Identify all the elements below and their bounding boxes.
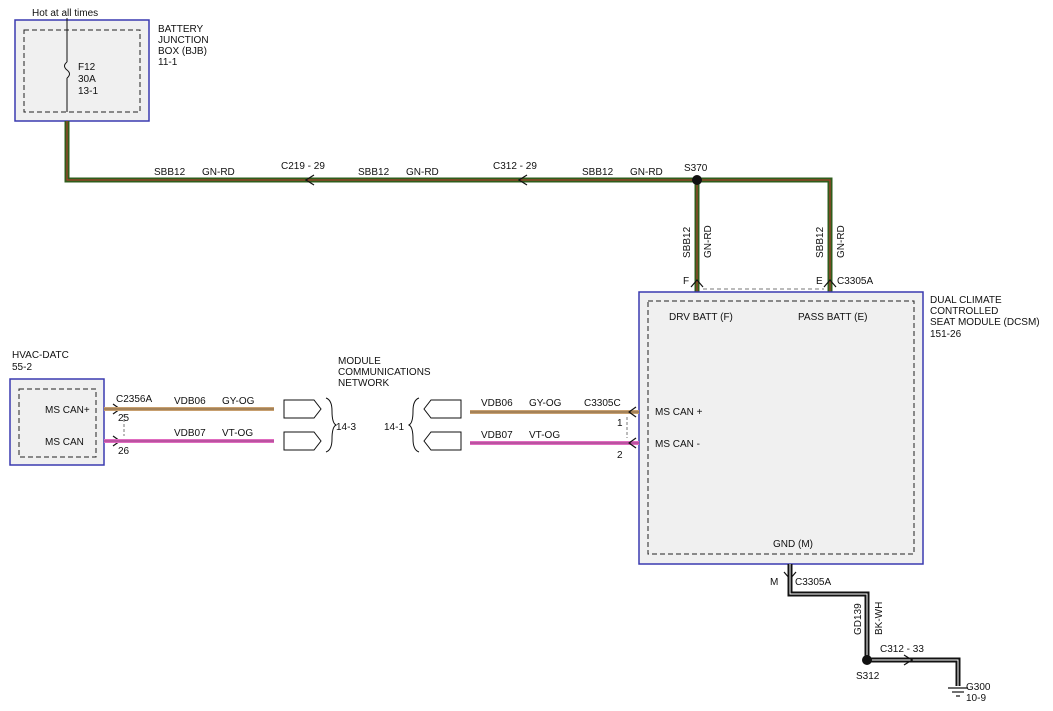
connector-c312-29-label: C312 - 29 [493,161,537,172]
top-seg2-color: GN-RD [406,167,439,178]
ground-connector-c312-33: C312 - 33 [880,644,924,655]
dcsm-pin-1: 1 [617,418,623,429]
ground-color-label: BK-WH [874,602,885,635]
pin-f-label: F [683,276,689,287]
network-name-line-2: COMMUNICATIONS [338,367,431,378]
hvac-box [9,378,105,466]
hvac-ms-can-minus-label: MS CAN [45,437,84,448]
left-network-ref: 14-3 [336,422,356,433]
top-seg3-circuit: SBB12 [582,167,614,178]
left-wire2-circuit: VDB07 [174,428,206,439]
dcsm-drv-batt-label: DRV BATT (F) [669,312,733,323]
dcsm-ref: 151-26 [930,329,962,340]
splice-s370-label: S370 [684,163,708,174]
fuse-ref: 13-1 [78,86,98,97]
dcsm-name-line-2: CONTROLLED [930,306,998,317]
hvac-pin-26: 26 [118,446,130,457]
right-wire1-circuit: VDB06 [481,398,513,409]
ground-symbol-icon [948,687,968,697]
ground-point-ref: 10-9 [966,693,986,704]
bjb-ref: 11-1 [158,57,178,68]
dcsm-name-line-1: DUAL CLIMATE [930,295,1002,306]
dcsm-gnd-label: GND (M) [773,539,813,550]
ground-pin-m: M [770,577,778,588]
right-wire1-color: GY-OG [529,398,562,409]
dcsm-ms-can-plus-label: MS CAN + [655,407,703,418]
network-name-line-3: NETWORK [338,378,389,389]
network-name-line-1: MODULE [338,356,381,367]
hvac-ref: 55-2 [12,362,32,373]
left-wire1-circuit: VDB06 [174,396,206,407]
left-network-arrow-2-icon [283,431,322,451]
hvac-ms-can-plus-label: MS CAN+ [45,405,90,416]
left-drop-circuit: SBB12 [682,226,693,258]
right-drop-circuit: SBB12 [815,226,826,258]
left-network-brace-icon [325,397,338,453]
splice-s312-label: S312 [856,671,880,682]
dcsm-can-connector-label: C3305C [584,398,621,409]
bjb-name-line-3: BOX (BJB) [158,46,207,57]
dcsm-box [638,291,924,565]
left-wire1-color: GY-OG [222,396,255,407]
fuse-name: F12 [78,62,96,73]
ground-point-label: G300 [966,682,991,693]
dcsm-pass-batt-label: PASS BATT (E) [798,312,867,323]
pin-e-label: E [816,276,823,287]
right-wire2-color: VT-OG [529,430,560,441]
top-seg1-circuit: SBB12 [154,167,186,178]
right-network-arrow-2-icon [423,431,462,451]
top-seg2-circuit: SBB12 [358,167,390,178]
right-network-brace-icon [407,397,420,453]
splice-s370-dot [692,175,702,185]
splice-s312-dot [862,655,872,665]
ground-connector-c3305a: C3305A [795,577,831,588]
fuse-rating: 30A [78,74,96,85]
hot-at-all-times-label: Hot at all times [32,8,98,19]
top-wire-tracer [66,121,831,292]
ground-circuit-label: GD139 [853,603,864,635]
right-network-ref: 14-1 [384,422,404,433]
right-wire2-circuit: VDB07 [481,430,513,441]
dcsm-name-line-3: SEAT MODULE (DCSM) [930,317,1040,328]
connector-c3305a-top-label: C3305A [837,276,873,287]
right-drop-color: GN-RD [836,225,847,258]
hvac-connector-label: C2356A [116,394,152,405]
dcsm-ms-can-minus-label: MS CAN - [655,439,700,450]
left-drop-color: GN-RD [703,225,714,258]
connector-c219-label: C219 - 29 [281,161,325,172]
dcsm-pin-2: 2 [617,450,623,461]
wiring-diagram: Hot at all times F12 30A 13-1 BATTERY JU… [9,8,1040,704]
top-seg3-color: GN-RD [630,167,663,178]
top-seg1-color: GN-RD [202,167,235,178]
left-network-arrow-1-icon [283,399,322,419]
hvac-name: HVAC-DATC [12,350,69,361]
bjb-name-line-1: BATTERY [158,24,204,35]
bjb-name-line-2: JUNCTION [158,35,209,46]
left-wire2-color: VT-OG [222,428,253,439]
top-wire-green [64,121,833,292]
right-network-arrow-1-icon [423,399,462,419]
